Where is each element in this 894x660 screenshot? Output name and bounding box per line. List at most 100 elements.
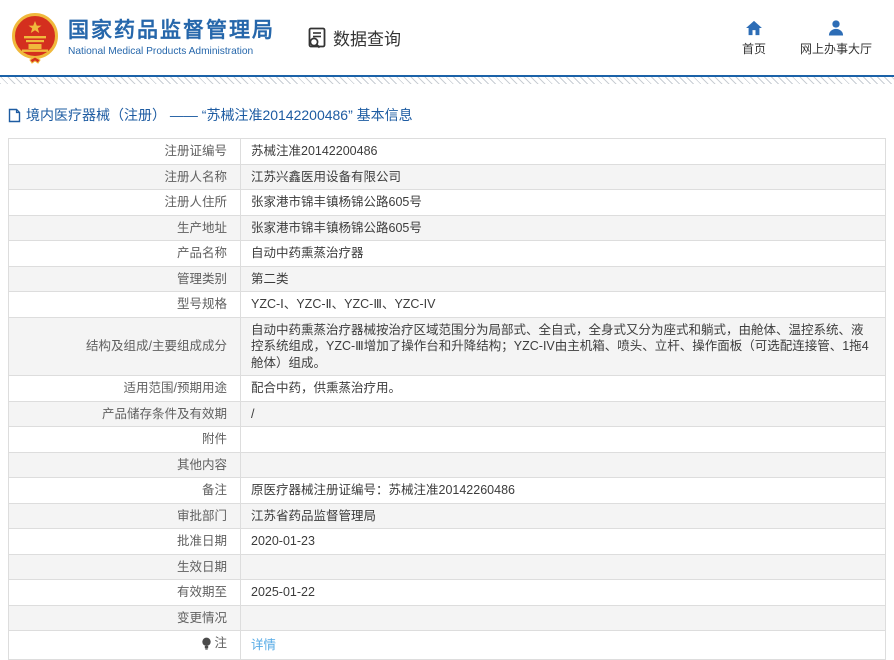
bulb-icon (202, 637, 212, 650)
brand-block: 国家药品监督管理局 National Medical Products Admi… (68, 19, 275, 57)
table-row: 生效日期 (8, 553, 886, 580)
row-value-text: 自动中药熏蒸治疗器械按治疗区域范围分为局部式、全自式，全身式又分为座式和躺式，由… (251, 322, 869, 370)
row-value-text: 2025-01-22 (251, 585, 315, 599)
table-row: 注册人住所 张家港市锦丰镇杨锦公路605号 (8, 189, 886, 216)
breadcrumb: 境内医疗器械（注册） —— “苏械注准20142200486” 基本信息 (8, 105, 894, 125)
row-label-text: 审批部门 (176, 508, 227, 523)
table-row: 附件 (8, 426, 886, 453)
row-value: 配合中药，供熏蒸治疗用。 (240, 375, 886, 402)
row-label: 附件 (8, 426, 241, 453)
row-value-text: 原医疗器械注册证编号：苏械注准20142260486 (251, 483, 515, 497)
row-value-text: 第二类 (251, 271, 289, 286)
row-value: 2020-01-23 (240, 528, 886, 555)
row-label: 产品名称 (8, 240, 241, 267)
agency-name-en: National Medical Products Administration (68, 45, 254, 57)
row-value: 详情 (240, 630, 886, 660)
row-label: 注册人住所 (8, 189, 241, 216)
row-value-text: 配合中药，供熏蒸治疗用。 (251, 381, 402, 395)
row-value-text: YZC-Ⅰ、YZC-Ⅱ、YZC-Ⅲ、YZC-IV (251, 297, 436, 311)
user-icon (828, 20, 844, 36)
row-label-text: 有效期至 (176, 585, 227, 599)
row-value: 2025-01-22 (240, 579, 886, 606)
row-label-text: 注册人名称 (164, 169, 227, 184)
header-hatch-band (0, 77, 894, 84)
nav-hall-label: 网上办事大厅 (799, 42, 872, 56)
nav-online-hall[interactable]: 网上办事大厅 (800, 18, 872, 58)
agency-name-cn: 国家药品监督管理局 (68, 18, 275, 42)
row-label: 其他内容 (8, 451, 241, 478)
row-value: 江苏省药品监督管理局 (240, 502, 886, 529)
row-value: / (240, 400, 886, 427)
home-icon (746, 20, 762, 36)
row-label-text: 产品储存条件及有效期 (101, 406, 227, 421)
table-row: 型号规格 YZC-Ⅰ、YZC-Ⅱ、YZC-Ⅲ、YZC-IV (8, 291, 886, 318)
row-label-text: 管理类别 (176, 271, 227, 286)
row-value: 张家港市锦丰镇杨锦公路605号 (240, 214, 886, 241)
row-value: 苏械注准20142200486 (240, 138, 886, 165)
row-label-text: 结构及组成/主要组成成分 (86, 339, 227, 353)
row-value: YZC-Ⅰ、YZC-Ⅱ、YZC-Ⅲ、YZC-IV (240, 291, 886, 318)
row-label: 备注 (8, 477, 241, 504)
nav-home[interactable]: 首页 (742, 18, 766, 58)
row-label-text: 其他内容 (176, 457, 227, 472)
data-query-label: 数据查询 (333, 30, 401, 49)
table-row: 备注 原医疗器械注册证编号：苏械注准20142260486 (8, 477, 886, 504)
row-value (240, 426, 886, 453)
row-label: 产品储存条件及有效期 (8, 400, 241, 427)
header-nav: 首页 网上办事大厅 (742, 18, 872, 58)
row-value-text: 江苏兴鑫医用设备有限公司 (251, 169, 402, 184)
row-value (240, 553, 886, 580)
row-label-text: 生效日期 (176, 559, 227, 574)
row-label: 审批部门 (8, 502, 241, 529)
row-label: 注册证编号 (8, 138, 241, 165)
row-label: 变更情况 (8, 604, 241, 631)
document-search-icon (308, 27, 326, 48)
row-value: 张家港市锦丰镇杨锦公路605号 (240, 189, 886, 216)
data-query-nav[interactable]: 数据查询 (305, 25, 401, 50)
header: 国家药品监督管理局 National Medical Products Admi… (0, 0, 894, 75)
row-label-text: 备注 (201, 483, 227, 497)
breadcrumb-text: 境内医疗器械（注册） —— “苏械注准20142200486” 基本信息 (26, 107, 413, 123)
row-label: 适用范围/预期用途 (8, 375, 241, 402)
row-label: 注册人名称 (8, 163, 241, 190)
row-label-text: 产品名称 (176, 246, 227, 260)
detail-link[interactable]: 详情 (251, 638, 276, 652)
registration-detail-table: 注册证编号 苏械注准20142200486 注册人名称 江苏兴鑫医用设备有限公司 注册人… (8, 138, 886, 660)
row-label: 生效日期 (8, 553, 241, 580)
row-value-text: 自动中药熏蒸治疗器 (251, 246, 364, 260)
table-row: 注 详情 (8, 630, 886, 660)
row-label-text: 注册人住所 (164, 195, 227, 209)
row-label: 生产地址 (8, 214, 241, 241)
table-row: 批准日期 2020-01-23 (8, 528, 886, 555)
row-value (240, 451, 886, 478)
row-value (240, 604, 886, 631)
table-row: 适用范围/预期用途 配合中药，供熏蒸治疗用。 (8, 375, 886, 402)
row-value: 第二类 (240, 265, 886, 292)
row-label: 有效期至 (8, 579, 241, 606)
table-row: 变更情况 (8, 604, 886, 631)
table-row: 注册证编号 苏械注准20142200486 (8, 138, 886, 165)
table-row: 产品储存条件及有效期 / (8, 400, 886, 427)
row-value-text: 苏械注准20142200486 (251, 144, 378, 158)
table-row: 结构及组成/主要组成成分 自动中药熏蒸治疗器械按治疗区域范围分为局部式、全自式，全… (8, 316, 886, 376)
table-row: 有效期至 2025-01-22 (8, 579, 886, 606)
row-label: 结构及组成/主要组成成分 (8, 316, 241, 376)
row-value-text: 张家港市锦丰镇杨锦公路605号 (251, 220, 422, 235)
document-icon (8, 108, 21, 122)
row-value: 原医疗器械注册证编号：苏械注准20142260486 (240, 477, 886, 504)
nav-home-label: 首页 (741, 42, 766, 56)
table-row: 产品名称 自动中药熏蒸治疗器 (8, 240, 886, 267)
row-label: 管理类别 (8, 265, 241, 292)
table-row: 管理类别 第二类 (8, 265, 886, 292)
row-label-text: 批准日期 (176, 534, 227, 548)
row-label: 型号规格 (8, 291, 241, 318)
row-label-text: 型号规格 (176, 297, 227, 311)
row-label-text: 注册证编号 (164, 144, 227, 158)
table-row: 其他内容 (8, 451, 886, 478)
row-label-text: 注 (214, 636, 227, 650)
row-label: 批准日期 (8, 528, 241, 555)
row-value-text: 2020-01-23 (251, 534, 315, 548)
row-value-text: / (251, 406, 255, 421)
table-row: 注册人名称 江苏兴鑫医用设备有限公司 (8, 163, 886, 190)
row-value: 自动中药熏蒸治疗器械按治疗区域范围分为局部式、全自式，全身式又分为座式和躺式，由… (240, 316, 886, 376)
